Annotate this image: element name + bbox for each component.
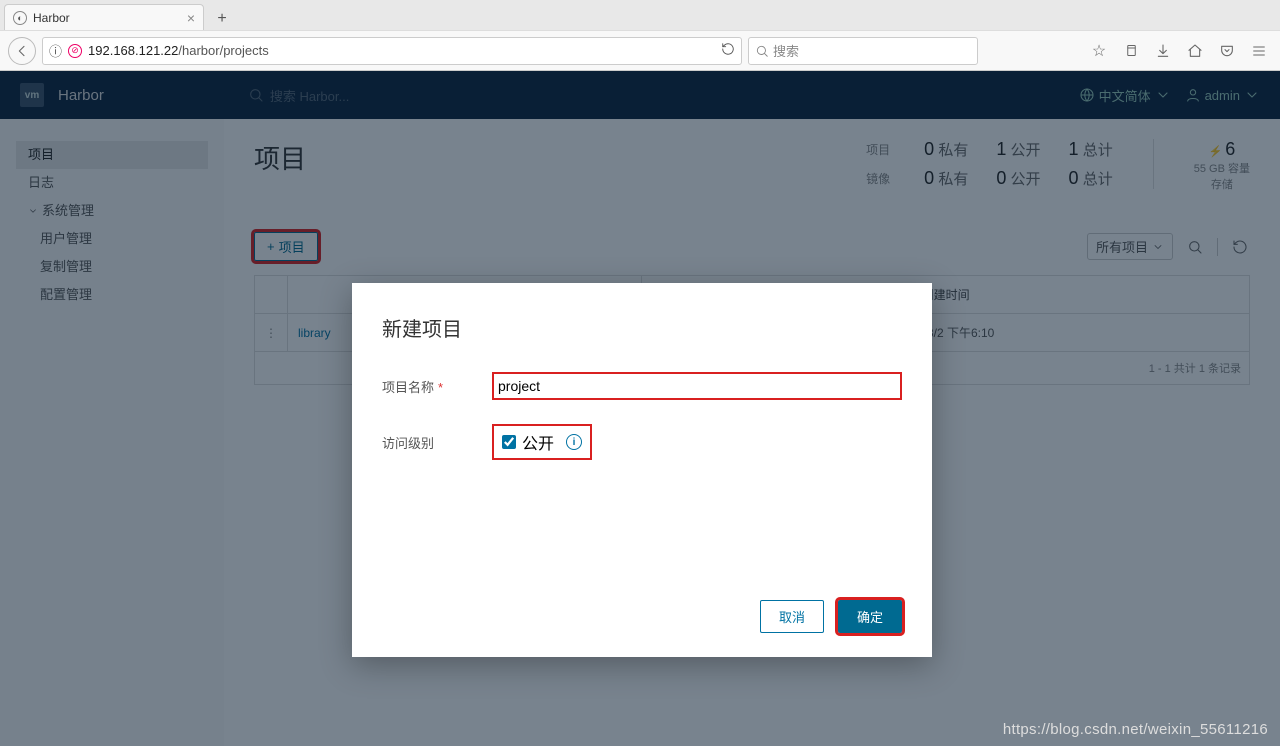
tab-bar: ◐ Harbor × +	[0, 0, 1280, 30]
browser-toolbar: ⓘ ⊘ 192.168.121.22/harbor/projects 搜索 ☆	[0, 30, 1280, 70]
back-button[interactable]	[8, 37, 36, 65]
home-icon[interactable]	[1182, 38, 1208, 64]
insecure-icon: ⊘	[68, 44, 82, 58]
menu-icon[interactable]	[1246, 38, 1272, 64]
bookmark-icon[interactable]: ☆	[1086, 38, 1112, 64]
downloads-icon[interactable]	[1150, 38, 1176, 64]
favicon-icon: ◐	[13, 11, 27, 25]
reload-icon[interactable]	[721, 42, 735, 59]
browser-chrome: ◐ Harbor × + ⓘ ⊘ 192.168.121.22/harbor/p…	[0, 0, 1280, 71]
project-name-input[interactable]	[492, 372, 902, 400]
app: vm Harbor 搜索 Harbor... 中文简体 admin 项目 日志 …	[0, 71, 1280, 746]
new-project-dialog: 新建项目 项目名称* 访问级别 公开 i 取消 确定	[352, 283, 932, 657]
browser-tab[interactable]: ◐ Harbor ×	[4, 4, 204, 30]
new-tab-button[interactable]: +	[210, 8, 234, 30]
search-placeholder: 搜索	[773, 41, 799, 60]
search-icon	[755, 44, 769, 58]
confirm-button[interactable]: 确定	[838, 600, 902, 633]
info-icon[interactable]: i	[566, 434, 582, 450]
public-label: 公开	[522, 430, 554, 454]
name-label: 项目名称*	[382, 377, 492, 396]
public-checkbox-group: 公开 i	[492, 424, 592, 460]
pocket-icon[interactable]	[1214, 38, 1240, 64]
library-icon[interactable]	[1118, 38, 1144, 64]
tab-title: Harbor	[33, 11, 70, 25]
watermark: https://blog.csdn.net/weixin_55611216	[1003, 721, 1268, 738]
cancel-button[interactable]: 取消	[760, 600, 824, 633]
browser-search[interactable]: 搜索	[748, 37, 978, 65]
url-bar[interactable]: ⓘ ⊘ 192.168.121.22/harbor/projects	[42, 37, 742, 65]
identity-icon: ⓘ	[49, 41, 62, 60]
url-text: 192.168.121.22/harbor/projects	[88, 43, 269, 58]
public-checkbox[interactable]	[502, 435, 516, 449]
tab-close-icon[interactable]: ×	[187, 10, 195, 26]
dialog-title: 新建项目	[382, 313, 902, 342]
access-label: 访问级别	[382, 433, 492, 452]
